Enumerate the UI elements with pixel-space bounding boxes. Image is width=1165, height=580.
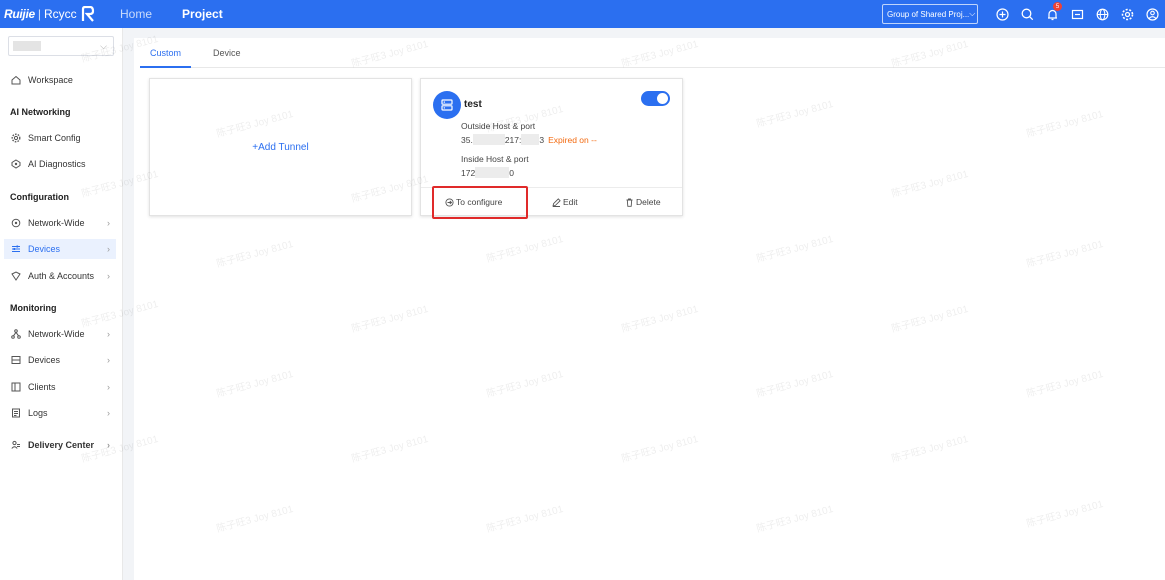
chevron-down-icon: ⌵ <box>100 40 107 51</box>
chevron-right-icon: › <box>107 440 110 450</box>
sidebar-item-cfg-network-wide[interactable]: Network-Wide › <box>4 213 116 233</box>
chevron-right-icon: › <box>107 218 110 228</box>
tab-bar: Custom Device <box>140 44 1165 68</box>
sidebar-item-auth-accounts[interactable]: Auth & Accounts › <box>4 266 116 286</box>
pencil-icon <box>552 197 561 207</box>
trash-icon <box>626 198 633 207</box>
top-bar: Ruijie | Rcycc Home Project Group of Sha… <box>0 0 1165 28</box>
sidebar-item-workspace[interactable]: Workspace <box>4 70 116 90</box>
chevron-right-icon: › <box>107 382 110 392</box>
logo[interactable]: Ruijie | Rcycc <box>0 6 110 22</box>
tab-custom[interactable]: Custom <box>140 44 192 68</box>
section-configuration: Configuration <box>10 192 69 202</box>
masked-text <box>472 134 505 145</box>
product-name: Rcycc <box>44 7 77 21</box>
bell-icon[interactable]: 5 <box>1040 0 1065 28</box>
masked-text <box>475 167 510 178</box>
sidebar: ⌵ Workspace AI Networking Smart Config A… <box>0 28 123 580</box>
outside-host-value: 35. 217: 3 Expired on -- <box>461 134 597 145</box>
log-icon <box>10 407 22 419</box>
home-icon <box>10 74 22 86</box>
group-select[interactable]: Group of Shared Proj... ⌵ <box>882 4 978 24</box>
nav-project[interactable]: Project <box>178 0 249 28</box>
delete-button[interactable]: Delete <box>625 197 661 207</box>
sidebar-item-ai-diagnostics[interactable]: AI Diagnostics <box>4 154 116 174</box>
network-icon <box>10 217 22 229</box>
tunnel-name: test <box>464 99 482 110</box>
configure-icon <box>445 197 454 207</box>
expiry-status: Expired on -- <box>548 134 597 145</box>
device-icon <box>10 354 22 366</box>
gear-icon[interactable] <box>1115 0 1140 28</box>
to-configure-button[interactable]: To configure <box>445 197 502 207</box>
chevron-down-icon: ⌵ <box>969 9 976 18</box>
gear-icon <box>10 132 22 144</box>
delivery-icon <box>10 439 22 451</box>
top-nav: Home Project <box>116 0 249 28</box>
shield-icon <box>10 270 22 282</box>
sidebar-item-smart-config[interactable]: Smart Config <box>4 128 116 148</box>
diagnostics-icon <box>10 158 22 170</box>
top-right-toolbar: Group of Shared Proj... ⌵ 5 <box>882 0 1165 28</box>
topology-icon <box>10 328 22 340</box>
chevron-right-icon: › <box>107 408 110 418</box>
add-tunnel-label: +Add Tunnel <box>252 141 309 153</box>
message-icon[interactable] <box>1065 0 1090 28</box>
sidebar-item-delivery-center[interactable]: Delivery Center › <box>4 435 116 455</box>
sidebar-item-clients[interactable]: Clients › <box>4 377 116 397</box>
chevron-right-icon: › <box>107 244 110 254</box>
sidebar-item-mon-devices[interactable]: Devices › <box>4 350 116 370</box>
chevron-right-icon: › <box>107 329 110 339</box>
globe-icon[interactable] <box>1090 0 1115 28</box>
edit-button[interactable]: Edit <box>552 197 578 207</box>
user-icon[interactable] <box>1140 0 1165 28</box>
logo-mark-icon <box>81 6 94 22</box>
main-content: Custom Device +Add Tunnel test Outside H… <box>134 38 1165 580</box>
sliders-icon <box>10 243 22 255</box>
project-select[interactable]: ⌵ <box>8 36 114 56</box>
outside-host-label: Outside Host & port <box>461 121 536 131</box>
clients-icon <box>10 381 22 393</box>
brand-name: Ruijie <box>4 7 35 21</box>
inside-host-label: Inside Host & port <box>461 154 529 164</box>
tunnel-actions: To configure Edit Delete <box>421 187 682 215</box>
tab-device[interactable]: Device <box>203 44 251 68</box>
sidebar-item-logs[interactable]: Logs › <box>4 403 116 423</box>
add-icon[interactable] <box>990 0 1015 28</box>
nav-home[interactable]: Home <box>116 0 178 28</box>
notification-badge: 5 <box>1053 2 1062 11</box>
search-icon[interactable] <box>1015 0 1040 28</box>
server-icon <box>433 91 461 119</box>
tunnel-card: test Outside Host & port 35. 217: 3 Expi… <box>420 78 683 216</box>
group-select-value: Group of Shared Proj... <box>887 9 970 19</box>
sidebar-item-mon-network-wide[interactable]: Network-Wide › <box>4 324 116 344</box>
sidebar-item-cfg-devices[interactable]: Devices › <box>4 239 116 259</box>
tunnel-enable-toggle[interactable] <box>641 91 670 106</box>
section-ai-networking: AI Networking <box>10 107 71 117</box>
project-select-value-masked <box>13 41 41 51</box>
masked-text <box>521 134 540 145</box>
chevron-right-icon: › <box>107 355 110 365</box>
inside-host-value: 172 0 <box>461 167 514 178</box>
section-monitoring: Monitoring <box>10 303 57 313</box>
chevron-right-icon: › <box>107 271 110 281</box>
add-tunnel-card[interactable]: +Add Tunnel <box>149 78 412 216</box>
